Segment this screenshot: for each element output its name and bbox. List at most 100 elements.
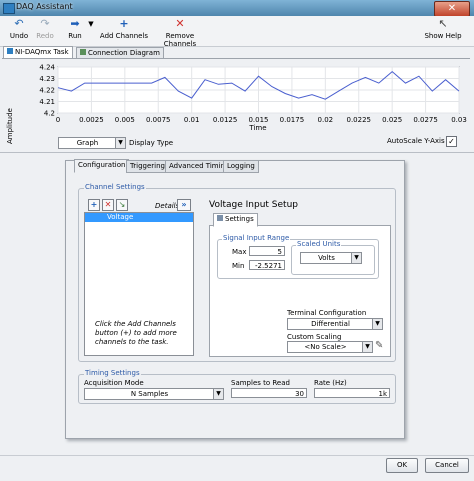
double-chevron-right-icon: »	[181, 200, 187, 209]
scale-wizard-icon[interactable]: ✎	[375, 340, 383, 351]
run-label: Run	[68, 32, 82, 40]
redo-label: Redo	[36, 32, 54, 40]
window-title: DAQ Assistant	[16, 2, 73, 11]
x-tick-label: 0.0125	[213, 116, 238, 124]
x-tick-label: 0.005	[115, 116, 135, 124]
divider	[0, 152, 474, 153]
show-help-button[interactable]: ↖ Show Help	[424, 17, 462, 41]
x-tick-label: 0.025	[382, 116, 402, 124]
details-toggle-button[interactable]: »	[177, 199, 191, 211]
tab-ni-daqmx-task-label: NI-DAQmx Task	[15, 48, 69, 56]
x-tick-label: 0.03	[451, 116, 467, 124]
min-input[interactable]: -2.5271	[249, 260, 285, 270]
diagram-icon	[80, 49, 86, 55]
y-tick-label: 4.23	[39, 75, 55, 83]
add-channel-button[interactable]: +	[88, 199, 100, 211]
remove-channel-button[interactable]: ✕	[102, 199, 114, 211]
x-tick-label: 0.02	[318, 116, 334, 124]
min-label: Min	[232, 262, 245, 270]
y-tick-label: 4.22	[39, 87, 55, 95]
scaled-units-select[interactable]: Volts ▼	[300, 252, 362, 264]
show-help-label: Show Help	[424, 32, 462, 40]
channel-list[interactable]: Voltage Click the Add Channels button (+…	[84, 212, 194, 356]
close-window-button[interactable]: ✕	[434, 1, 470, 17]
max-input[interactable]: 5	[249, 246, 285, 256]
list-item[interactable]: Voltage	[85, 213, 193, 222]
chevron-down-icon: ▼	[115, 138, 125, 148]
run-button[interactable]: ➡ Run	[64, 18, 86, 41]
display-type-row: Graph ▼ Display Type AutoScale Y-Axis ✓	[0, 135, 474, 149]
acq-mode-label: Acquisition Mode	[84, 379, 144, 387]
details-label: Details	[155, 202, 180, 210]
cancel-button[interactable]: Cancel	[425, 458, 469, 473]
redo-button[interactable]: ↷ Redo	[34, 17, 56, 41]
custom-scaling-label: Custom Scaling	[287, 333, 342, 341]
y-tick-label: 4.2	[44, 110, 55, 118]
display-type-label: Display Type	[129, 139, 174, 147]
title-bar: DAQ Assistant ✕	[0, 0, 474, 17]
remove-channels-button[interactable]: ✕ Remove Channels	[150, 17, 210, 49]
undo-label: Undo	[9, 32, 29, 40]
display-type-select[interactable]: Graph ▼	[58, 137, 126, 149]
x-tick-label: 0.0275	[413, 116, 438, 124]
channel-hint: Click the Add Channels button (+) to add…	[95, 320, 177, 346]
samples-to-read-input[interactable]: 30	[231, 388, 307, 398]
chevron-down-icon: ▼	[362, 342, 372, 352]
rate-input[interactable]: 1k	[314, 388, 390, 398]
acq-mode-value: N Samples	[130, 390, 169, 398]
custom-scaling-value: <No Scale>	[304, 343, 347, 351]
chevron-down-icon: ▼	[88, 20, 94, 28]
x-tick-label: 0.0225	[347, 116, 372, 124]
help-arrow-icon: ↖	[438, 17, 448, 30]
daq-assistant-window: DAQ Assistant ✕ ↶ Undo ↷ Redo ➡ Run ▼ + …	[0, 0, 474, 481]
display-type-value: Graph	[76, 139, 99, 147]
undo-button[interactable]: ↶ Undo	[8, 17, 30, 41]
rename-icon: ↘	[118, 200, 126, 209]
x-tick-label: 0.0175	[280, 116, 305, 124]
add-channels-label: Add Channels	[99, 32, 149, 40]
x-icon: ✕	[175, 17, 185, 30]
channel-voltage-label: Voltage	[107, 213, 134, 221]
chevron-down-icon: ▼	[351, 253, 361, 263]
signal-input-range-title: Signal Input Range	[222, 234, 291, 242]
tab-configuration[interactable]: Configuration	[74, 159, 130, 173]
voltage-setup-title: Voltage Input Setup	[209, 200, 298, 210]
toolbar: ↶ Undo ↷ Redo ➡ Run ▼ + Add Channels ✕ R…	[0, 16, 474, 49]
undo-icon: ↶	[14, 17, 24, 30]
plus-icon: +	[90, 200, 98, 209]
ok-button[interactable]: OK	[386, 458, 418, 473]
chevron-down-icon: ▼	[372, 319, 382, 329]
autoscale-label: AutoScale Y-Axis	[387, 137, 445, 145]
x-tick-label: 0	[56, 116, 60, 124]
run-dropdown[interactable]: ▼	[86, 18, 96, 32]
tab-triggering[interactable]: Triggering	[126, 160, 169, 173]
terminal-config-label: Terminal Configuration	[287, 309, 367, 317]
tab-ni-daqmx-task[interactable]: NI-DAQmx Task	[3, 46, 73, 58]
max-label: Max	[232, 248, 247, 256]
tab-connection-diagram[interactable]: Connection Diagram	[76, 47, 164, 58]
configuration-panel: Configuration Triggering Advanced Timing…	[65, 159, 405, 439]
samples-to-read-label: Samples to Read	[231, 379, 290, 387]
terminal-config-value: Differential	[311, 320, 350, 328]
add-channels-button[interactable]: + Add Channels	[98, 17, 150, 41]
task-icon	[7, 48, 13, 54]
x-tick-label: 0.01	[184, 116, 200, 124]
custom-scaling-select[interactable]: <No Scale> ▼	[287, 341, 373, 353]
autoscale-checkbox[interactable]: ✓	[446, 136, 457, 147]
plus-icon: +	[119, 17, 129, 30]
rename-channel-button[interactable]: ↘	[116, 199, 128, 211]
view-tabs: NI-DAQmx Task Connection Diagram	[0, 46, 474, 58]
y-tick-label: 4.21	[39, 98, 55, 106]
scaled-units-title: Scaled Units	[296, 240, 342, 248]
scaled-units-value: Volts	[318, 254, 335, 262]
tab-connection-diagram-label: Connection Diagram	[88, 49, 160, 57]
terminal-config-select[interactable]: Differential ▼	[287, 318, 383, 330]
chevron-down-icon: ▼	[213, 389, 223, 399]
tab-settings[interactable]: Settings	[213, 213, 258, 227]
acq-mode-select[interactable]: N Samples ▼	[84, 388, 224, 400]
redo-icon: ↷	[40, 17, 50, 30]
app-icon	[3, 3, 15, 14]
channel-settings-title: Channel Settings	[84, 183, 146, 191]
tab-settings-label: Settings	[225, 215, 254, 223]
tab-logging[interactable]: Logging	[223, 160, 259, 173]
